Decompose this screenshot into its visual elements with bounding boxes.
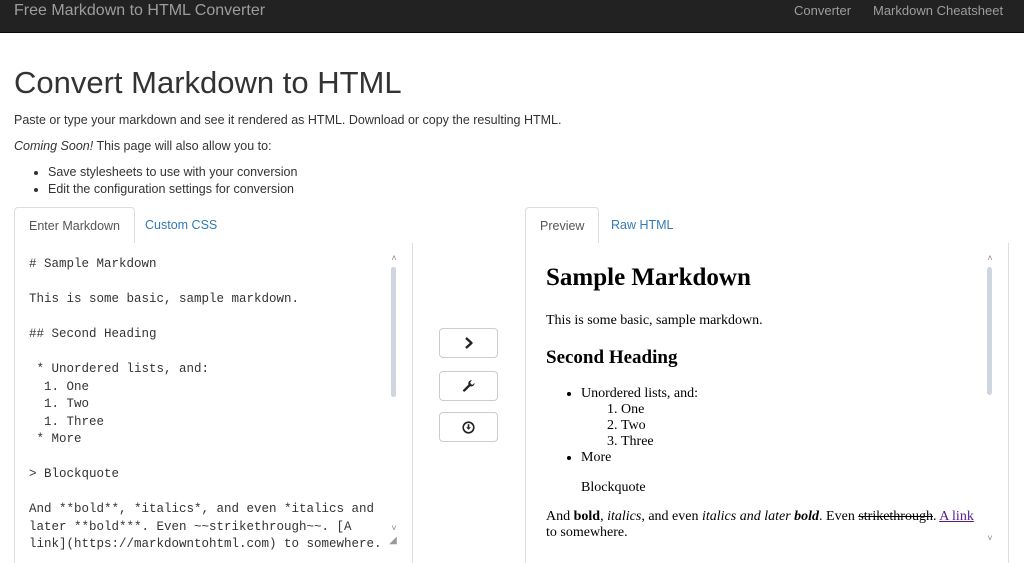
coming-soon-text: Coming Soon! This page will also allow y… (14, 138, 272, 154)
chevron-right-icon (464, 337, 473, 349)
italic-text-run: italics and later (701, 509, 795, 524)
top-navbar: Free Markdown to HTML Converter Converte… (0, 0, 1024, 33)
preview-ordered-list: One Two Three (581, 402, 698, 450)
list-item: More (581, 450, 698, 466)
italic-text: italics (607, 509, 642, 524)
list-item-text: Unordered lists, and: (581, 386, 699, 401)
preview-heading-1: Sample Markdown (546, 264, 751, 291)
scrollbar-thumb[interactable] (391, 267, 396, 397)
coming-soon-label: Coming Soon! (14, 139, 94, 153)
scroll-down-icon[interactable]: ˅ (388, 523, 400, 533)
scroll-down-icon[interactable]: ˅ (984, 533, 996, 543)
italic-text: italics and later bold (702, 509, 819, 524)
preview-blockquote: Blockquote (581, 480, 646, 495)
wrench-icon (462, 380, 475, 392)
markdown-input[interactable]: # Sample Markdown This is some basic, sa… (29, 256, 381, 554)
feature-list: Save stylesheets to use with your conver… (30, 164, 297, 198)
feature-item: Edit the configuration settings for conv… (48, 181, 297, 198)
download-button[interactable] (439, 412, 498, 442)
markdown-editor-panel: # Sample Markdown This is some basic, sa… (14, 243, 413, 563)
input-tabs: Enter Markdown Custom CSS (14, 207, 413, 244)
bold-text: bold (573, 509, 601, 524)
tab-enter-markdown[interactable]: Enter Markdown (14, 207, 136, 244)
editor-scrollbar[interactable]: ˄ ˅ (388, 253, 400, 553)
list-item: Two (621, 418, 698, 434)
scroll-up-icon[interactable]: ˄ (984, 253, 996, 263)
nav-link-markdown-cheatsheet[interactable]: Markdown Cheatsheet (873, 3, 1003, 19)
feature-item: Save stylesheets to use with your conver… (48, 164, 297, 181)
preview-paragraph: This is some basic, sample markdown. (546, 313, 763, 328)
preview-scrollbar[interactable]: ˄ ˅ (984, 253, 996, 553)
nav-link-converter[interactable]: Converter (794, 3, 851, 19)
tab-custom-css[interactable]: Custom CSS (131, 207, 231, 244)
intro-text: Paste or type your markdown and see it r… (14, 113, 562, 127)
tab-raw-html[interactable]: Raw HTML (597, 207, 688, 244)
download-circle-icon (462, 420, 475, 434)
text-run: , and even (641, 509, 702, 524)
text-run: . Even (819, 509, 859, 524)
tab-preview[interactable]: Preview (525, 207, 600, 244)
scrollbar-thumb[interactable] (987, 267, 992, 395)
convert-button[interactable] (439, 328, 498, 358)
scroll-up-icon[interactable]: ˄ (388, 253, 400, 263)
page-title: Convert Markdown to HTML (14, 65, 402, 100)
text-run: to somewhere. (546, 525, 628, 540)
navbar-brand[interactable]: Free Markdown to HTML Converter (14, 2, 265, 20)
list-item: One (621, 402, 698, 418)
strikethrough-text: strikethrough (858, 509, 933, 524)
preview-unordered-list: Unordered lists, and: One Two Three More (546, 386, 698, 466)
resize-handle-icon[interactable]: ◢ (387, 535, 399, 547)
preview-formatted-paragraph: And bold, italics, and even italics and … (546, 509, 976, 541)
bold-italic-text: bold (794, 509, 820, 524)
preview-heading-2: Second Heading (546, 347, 678, 368)
output-tabs: Preview Raw HTML (525, 207, 1009, 244)
preview-link[interactable]: A link (939, 509, 974, 524)
coming-soon-description: This page will also allow you to: (93, 139, 272, 153)
list-item: Unordered lists, and: One Two Three (581, 386, 698, 450)
preview-panel: Sample Markdown This is some basic, samp… (525, 243, 1009, 563)
text-run: And (546, 509, 574, 524)
settings-button[interactable] (439, 371, 498, 401)
list-item: Three (621, 434, 698, 450)
